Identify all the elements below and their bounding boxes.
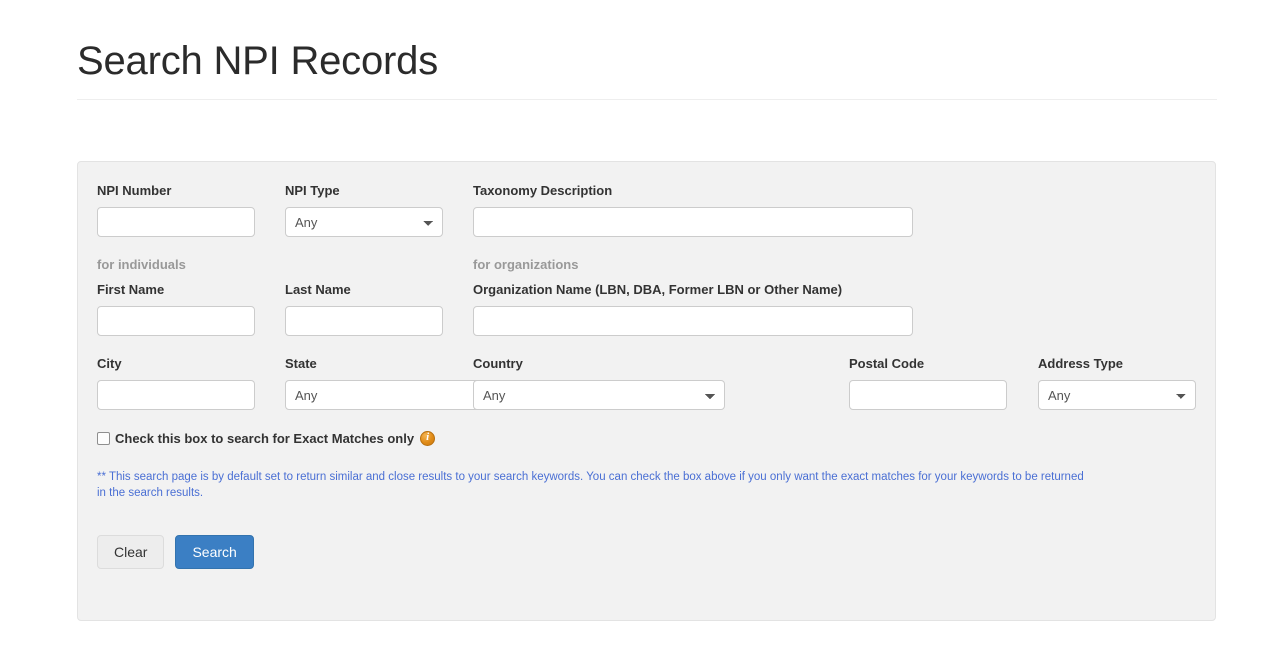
first-name-input[interactable] (97, 306, 255, 336)
organizations-group-wrap: for organizations (473, 257, 578, 272)
last-name-label-wrap: Last Name (285, 282, 351, 297)
city-label-wrap: City (97, 356, 122, 371)
country-label: Country (473, 356, 523, 371)
exact-match-label: Check this box to search for Exact Match… (115, 431, 415, 446)
clear-button[interactable]: Clear (97, 535, 165, 569)
npi-number-input[interactable] (97, 207, 255, 237)
address-type-label-wrap: Address Type (1038, 356, 1123, 371)
taxonomy-description-label-wrap: Taxonomy Description (473, 183, 612, 198)
country-select[interactable]: Any (473, 380, 725, 410)
individuals-group-label: for individuals (97, 257, 186, 272)
organization-name-label-wrap: Organization Name (LBN, DBA, Former LBN … (473, 282, 842, 297)
address-type-label: Address Type (1038, 356, 1124, 371)
search-form-panel: NPI Number NPI Type Any Taxonomy Descrip… (77, 161, 1216, 621)
taxonomy-description-label: Taxonomy Description (473, 183, 613, 198)
address-type-select[interactable]: Any (1038, 380, 1196, 410)
city-label: City (97, 356, 122, 371)
organization-name-input[interactable] (473, 306, 913, 336)
npi-number-label: NPI Number (97, 183, 172, 198)
info-icon[interactable] (420, 431, 436, 446)
organization-name-label: Organization Name (LBN, DBA, Former LBN … (473, 282, 843, 297)
postal-code-label: Postal Code (849, 356, 925, 371)
title-divider (77, 99, 1217, 100)
state-label-wrap: State (285, 356, 317, 371)
page-title: Search NPI Records (77, 39, 438, 83)
first-name-label-wrap: First Name (97, 282, 164, 297)
exact-match-checkbox[interactable] (97, 432, 110, 445)
page-root: Search NPI Records NPI Number NPI Type A… (0, 0, 1261, 648)
npi-type-label: NPI Type (285, 183, 340, 198)
exact-match-row: Check this box to search for Exact Match… (97, 431, 436, 446)
taxonomy-description-input[interactable] (473, 207, 913, 237)
individuals-group-wrap: for individuals (97, 257, 186, 272)
state-label: State (285, 356, 317, 371)
search-button[interactable]: Search (175, 535, 254, 569)
npi-type-select[interactable]: Any (285, 207, 443, 237)
organizations-group-label: for organizations (473, 257, 579, 272)
page-header: Search NPI Records (77, 38, 1217, 100)
postal-code-label-wrap: Postal Code (849, 356, 924, 371)
first-name-label: First Name (97, 282, 165, 297)
last-name-input[interactable] (285, 306, 443, 336)
last-name-label: Last Name (285, 282, 351, 297)
form-button-row: Clear Search (97, 535, 254, 569)
country-label-wrap: Country (473, 356, 523, 371)
npi-type-label-wrap: NPI Type (285, 183, 340, 198)
city-input[interactable] (97, 380, 255, 410)
npi-number-label-wrap: NPI Number (97, 183, 171, 198)
help-note: ** This search page is by default set to… (97, 471, 1084, 499)
postal-code-input[interactable] (849, 380, 1007, 410)
